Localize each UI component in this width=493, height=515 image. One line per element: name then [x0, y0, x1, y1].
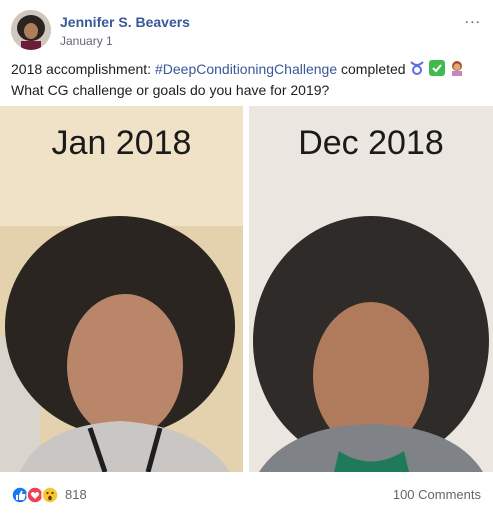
post-header: Jennifer S. Beavers January 1 ... [11, 10, 481, 54]
hashtag-link[interactable]: #DeepConditioningChallenge [155, 61, 337, 77]
wow-icon [41, 486, 59, 504]
photo-label: Jan 2018 [51, 124, 192, 162]
photo-collage[interactable]: Jan 2018 Dec 2018 [0, 106, 493, 472]
post-text: 2018 accomplishment: #DeepConditioningCh… [11, 60, 481, 100]
photo-dec-2018[interactable]: Dec 2018 [249, 106, 493, 472]
woman-gesturing-icon [449, 60, 465, 81]
love-icon [26, 486, 44, 504]
photo-jan-2018[interactable]: Jan 2018 [0, 106, 243, 472]
taurus-icon [409, 60, 425, 81]
avatar[interactable] [11, 10, 51, 50]
more-options-icon[interactable]: ... [465, 10, 481, 28]
post-text-prefix: 2018 accomplishment: [11, 61, 155, 77]
like-icon [11, 486, 29, 504]
post-text-line2: What CG challenge or goals do you have f… [11, 82, 330, 98]
check-mark-icon [429, 60, 446, 81]
post-text-suffix: completed [337, 61, 406, 77]
reaction-count[interactable]: 818 [65, 487, 87, 502]
post-date[interactable]: January 1 [60, 34, 113, 48]
post-footer: 818 100 Comments [11, 484, 481, 508]
author-name[interactable]: Jennifer S. Beavers [60, 14, 190, 30]
reaction-icons[interactable] [11, 486, 63, 504]
facebook-post: Jennifer S. Beavers January 1 ... 2018 a… [0, 0, 493, 515]
comments-count[interactable]: 100 Comments [393, 487, 481, 502]
photo-label: Dec 2018 [298, 124, 444, 162]
